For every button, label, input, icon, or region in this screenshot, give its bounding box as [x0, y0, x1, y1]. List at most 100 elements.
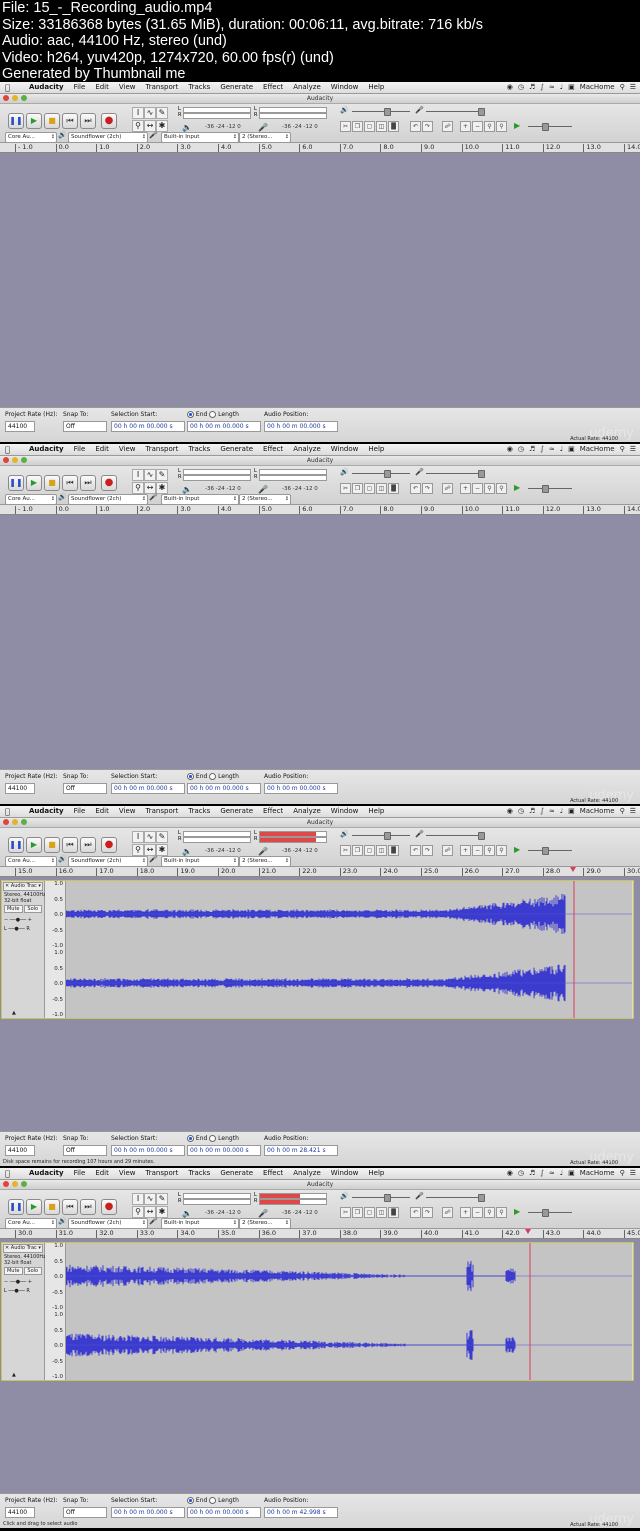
envelope-tool[interactable]: ∿ — [144, 107, 156, 119]
silence-button[interactable]: █ — [388, 121, 399, 132]
draw-tool[interactable]: ✎ — [156, 1193, 168, 1205]
length-radio[interactable] — [209, 1497, 217, 1504]
output-volume-knob[interactable] — [384, 108, 391, 116]
play-speed-slider[interactable] — [528, 485, 572, 493]
collapse-track-icon[interactable]: ▲ — [10, 1372, 16, 1378]
menu-transport[interactable]: Transport — [141, 444, 184, 455]
menu-analyze[interactable]: Analyze — [288, 82, 326, 93]
playback-meter-right[interactable] — [183, 1199, 251, 1205]
menu-edit[interactable]: Edit — [90, 444, 114, 455]
skip-start-button[interactable]: ⏮ — [62, 113, 78, 129]
track-area[interactable]: ✕ Audio Trac ▾ Stereo, 44100Hz 32-bit floa… — [0, 877, 640, 1122]
speaker-icon[interactable]: 🔈 — [182, 123, 192, 132]
cut-button[interactable]: ✂ — [340, 483, 351, 494]
skip-end-button[interactable]: ⏭ — [80, 837, 96, 853]
record-status-icon[interactable]: ◉ — [507, 444, 513, 455]
zoom-out-button[interactable]: − — [472, 121, 483, 132]
menubar-user[interactable]: MacHome — [580, 1168, 615, 1179]
envelope-tool[interactable]: ∿ — [144, 1193, 156, 1205]
menu-tracks[interactable]: Tracks — [183, 82, 215, 93]
input-device-select[interactable]: Built-in Input — [161, 1218, 239, 1229]
menu-view[interactable]: View — [114, 82, 141, 93]
menu-transport[interactable]: Transport — [141, 806, 184, 817]
record-meter-right[interactable] — [259, 837, 327, 843]
track-area[interactable] — [0, 153, 640, 398]
playhead-marker[interactable] — [570, 867, 576, 872]
menu-generate[interactable]: Generate — [215, 444, 258, 455]
project-rate-select[interactable]: 44100 — [5, 1145, 35, 1156]
pause-button[interactable]: ❚❚ — [8, 113, 24, 129]
close-window-icon[interactable] — [3, 457, 9, 463]
zoom-in-button[interactable]: + — [460, 845, 471, 856]
collapse-track-icon[interactable]: ▲ — [10, 1010, 16, 1016]
menubar-user[interactable]: MacHome — [580, 806, 615, 817]
play-button[interactable]: ▶ — [26, 837, 42, 853]
input-device-select[interactable]: Built-in Input — [161, 856, 239, 867]
track-name-menu[interactable]: ✕ Audio Trac ▾ — [3, 1244, 43, 1253]
bluetooth-icon[interactable]: ∫ — [540, 82, 544, 93]
envelope-tool[interactable]: ∿ — [144, 831, 156, 843]
input-volume-knob[interactable] — [478, 832, 485, 840]
pause-button[interactable]: ❚❚ — [8, 837, 24, 853]
sound-icon[interactable]: ♩ — [560, 1168, 563, 1179]
minimize-window-icon[interactable] — [12, 1181, 18, 1187]
clock-icon[interactable]: ◷ — [518, 444, 524, 455]
skip-start-button[interactable]: ⏮ — [62, 475, 78, 491]
menu-window[interactable]: Window — [326, 82, 364, 93]
record-button[interactable]: ● — [101, 1199, 117, 1215]
paste-button[interactable]: ▢ — [364, 1207, 375, 1218]
menu-transport[interactable]: Transport — [141, 1168, 184, 1179]
skip-end-button[interactable]: ⏭ — [80, 113, 96, 129]
menubar-user[interactable]: MacHome — [580, 444, 615, 455]
minimize-window-icon[interactable] — [12, 95, 18, 101]
selection-tool[interactable]: I — [132, 1193, 144, 1205]
audio-host-select[interactable]: Core Au... — [5, 132, 57, 143]
fit-selection-button[interactable]: ⚲ — [484, 483, 495, 494]
audio-position-field[interactable]: 00 h 00 m 28.421 s — [264, 1145, 338, 1156]
paste-button[interactable]: ▢ — [364, 483, 375, 494]
selection-start-field[interactable]: 00 h 00 m 00.000 s — [111, 421, 185, 432]
zoom-out-button[interactable]: − — [472, 1207, 483, 1218]
record-meter-right[interactable] — [259, 1199, 327, 1205]
draw-tool[interactable]: ✎ — [156, 469, 168, 481]
length-radio[interactable] — [209, 411, 217, 418]
project-rate-select[interactable]: 44100 — [5, 1507, 35, 1518]
cut-button[interactable]: ✂ — [340, 121, 351, 132]
selection-end-field[interactable]: 00 h 00 m 00.000 s — [187, 421, 261, 432]
audio-position-field[interactable]: 00 h 00 m 00.000 s — [264, 421, 338, 432]
undo-button[interactable]: ↶ — [410, 845, 421, 856]
output-device-select[interactable]: Soundflower (2ch) — [68, 856, 148, 867]
copy-button[interactable]: ❐ — [352, 845, 363, 856]
minimize-window-icon[interactable] — [12, 457, 18, 463]
menu-audacity[interactable]: Audacity — [24, 1168, 69, 1179]
silence-button[interactable]: █ — [388, 1207, 399, 1218]
length-radio[interactable] — [209, 773, 217, 780]
fit-project-button[interactable]: ⚲ — [496, 845, 507, 856]
clock-icon[interactable]: ◷ — [518, 82, 524, 93]
menu-window[interactable]: Window — [326, 806, 364, 817]
trim-button[interactable]: ◫ — [376, 483, 387, 494]
record-button[interactable]: ● — [101, 837, 117, 853]
sync-lock-button[interactable]: ☍ — [442, 121, 453, 132]
stop-button[interactable]: ■ — [44, 475, 60, 491]
stop-button[interactable]: ■ — [44, 113, 60, 129]
bluetooth-icon[interactable]: ∫ — [540, 1168, 544, 1179]
play-speed-slider[interactable] — [528, 123, 572, 131]
zoom-in-button[interactable]: + — [460, 121, 471, 132]
end-radio[interactable] — [187, 1135, 194, 1142]
trim-button[interactable]: ◫ — [376, 845, 387, 856]
menu-help[interactable]: Help — [363, 1168, 389, 1179]
track-area[interactable]: ✕ Audio Trac ▾ Stereo, 44100Hz 32-bit floa… — [0, 1239, 640, 1484]
fit-project-button[interactable]: ⚲ — [496, 1207, 507, 1218]
waveform[interactable] — [66, 1243, 632, 1380]
zoom-tool[interactable]: ⚲ — [132, 1206, 144, 1218]
fit-project-button[interactable]: ⚲ — [496, 121, 507, 132]
output-volume-slider[interactable] — [352, 1194, 410, 1202]
apple-icon[interactable]:  — [5, 806, 10, 817]
fit-selection-button[interactable]: ⚲ — [484, 1207, 495, 1218]
spotlight-icon[interactable]: ⚲ — [620, 82, 625, 93]
clock-icon[interactable]: ◷ — [518, 806, 524, 817]
zoom-window-icon[interactable] — [21, 457, 27, 463]
input-channels-select[interactable]: 2 (Stereo... — [239, 1218, 291, 1229]
output-device-select[interactable]: Soundflower (2ch) — [68, 1218, 148, 1229]
